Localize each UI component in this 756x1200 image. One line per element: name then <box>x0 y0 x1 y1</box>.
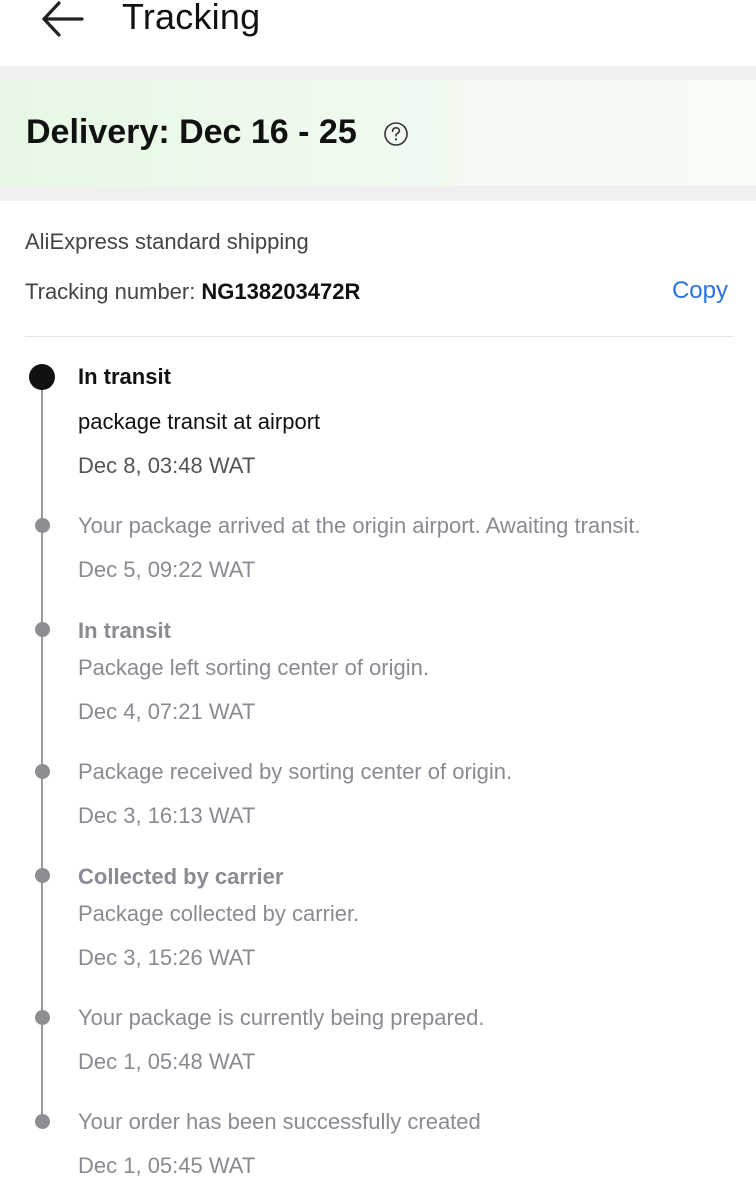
event-time: Dec 3, 16:13 WAT <box>78 803 256 828</box>
page-title: Tracking <box>122 0 261 37</box>
event-title: In transit <box>78 618 171 643</box>
event-description: Package collected by carrier. <box>78 901 360 926</box>
section-gap <box>0 66 756 80</box>
timeline-dot <box>35 622 50 637</box>
arrow-left-icon <box>42 1 84 37</box>
event-description: Your package arrived at the origin airpo… <box>78 513 641 538</box>
event-time: Dec 4, 07:21 WAT <box>78 699 256 724</box>
back-button[interactable] <box>38 0 88 42</box>
tracking-label: Tracking number: <box>25 279 196 304</box>
delivery-estimate: Delivery: Dec 16 - 25 <box>26 113 357 151</box>
event-description: Package received by sorting center of or… <box>78 759 513 784</box>
question-circle-icon[interactable] <box>383 121 409 147</box>
timeline-dot-active <box>29 364 55 390</box>
timeline-dot <box>35 518 50 533</box>
copy-button[interactable]: Copy <box>672 277 728 305</box>
tracking-number: NG138203472R <box>201 279 361 304</box>
event-time: Dec 1, 05:48 WAT <box>78 1049 256 1074</box>
event-time: Dec 5, 09:22 WAT <box>78 557 256 582</box>
event-time: Dec 8, 03:48 WAT <box>78 453 256 478</box>
event-description: package transit at airport <box>78 409 321 434</box>
event-title: Collected by carrier <box>78 864 284 889</box>
timeline-dot <box>35 1114 50 1129</box>
event-description: Package left sorting center of origin. <box>78 655 429 680</box>
tracking-row: Tracking number: NG138203472R <box>25 279 360 305</box>
event-time: Dec 1, 05:45 WAT <box>78 1153 256 1178</box>
event-time: Dec 3, 15:26 WAT <box>78 945 256 970</box>
timeline-dot <box>35 764 50 779</box>
event-title: In transit <box>78 364 171 389</box>
shipping-method: AliExpress standard shipping <box>25 229 309 254</box>
section-gap <box>0 186 756 201</box>
delivery-banner: Delivery: Dec 16 - 25 <box>0 80 756 186</box>
timeline-dot <box>35 1010 50 1025</box>
event-description: Your order has been successfully created <box>78 1109 481 1134</box>
divider <box>25 336 733 337</box>
event-description: Your package is currently being prepared… <box>78 1005 485 1030</box>
timeline-dot <box>35 868 50 883</box>
header: Tracking <box>0 0 756 66</box>
